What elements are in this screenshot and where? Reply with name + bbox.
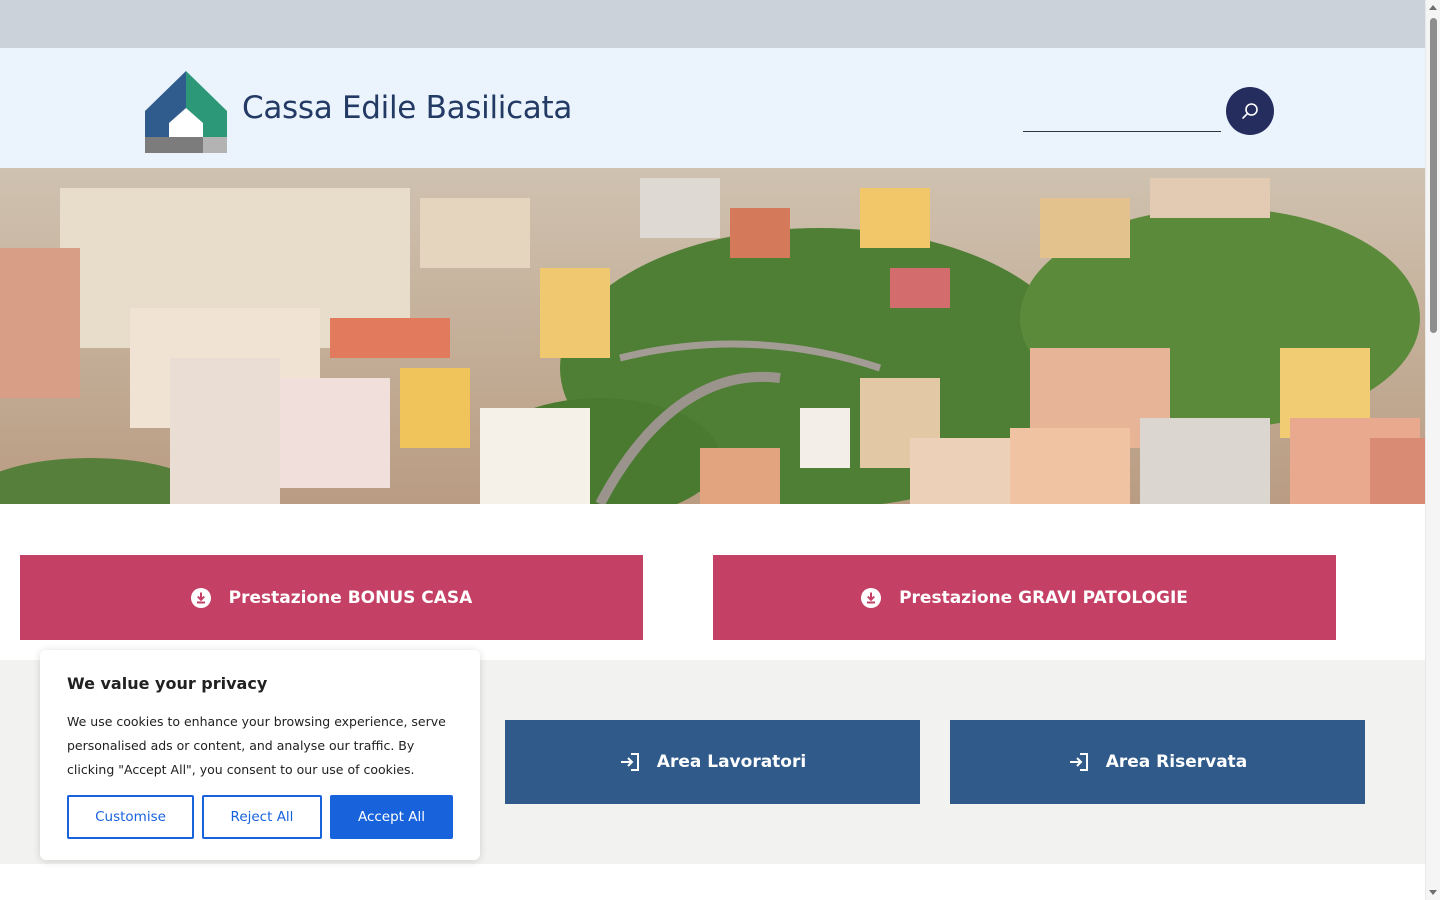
hero-city-image — [0, 168, 1425, 504]
area-lavoratori-button[interactable]: Area Lavoratori — [505, 720, 920, 804]
download-circle-icon — [190, 587, 211, 608]
cookie-text: We use cookies to enhance your browsing … — [67, 714, 446, 777]
area-riservata-label: Area Riservata — [1105, 752, 1248, 772]
scroll-down-icon[interactable] — [1429, 890, 1437, 895]
area-riservata-button[interactable]: Area Riservata — [950, 720, 1365, 804]
download-circle-icon — [861, 587, 882, 608]
area-lavoratori-label: Area Lavoratori — [656, 752, 807, 772]
cookie-actions: Customise Reject All Accept All — [67, 795, 453, 839]
reject-all-button[interactable]: Reject All — [202, 795, 322, 839]
cookie-title: We value your privacy — [67, 674, 268, 693]
page-scrollbar[interactable] — [1425, 0, 1440, 900]
search-button[interactable] — [1226, 87, 1274, 135]
top-bar — [0, 0, 1425, 48]
gravi-patologie-label: Prestazione GRAVI PATOLOGIE — [899, 587, 1188, 608]
bonus-casa-button[interactable]: Prestazione BONUS CASA — [20, 555, 643, 640]
cookie-consent-banner: We value your privacy We use cookies to … — [40, 650, 480, 860]
accept-all-button[interactable]: Accept All — [330, 795, 453, 839]
customise-button[interactable]: Customise — [67, 795, 194, 839]
search-icon — [1242, 103, 1258, 119]
sign-in-icon — [620, 753, 639, 771]
gravi-patologie-button[interactable]: Prestazione GRAVI PATOLOGIE — [713, 555, 1336, 640]
site-header: Cassa Edile Basilicata — [0, 48, 1425, 168]
search-input[interactable] — [1023, 106, 1221, 132]
sign-in-icon — [1069, 753, 1088, 771]
site-title[interactable]: Cassa Edile Basilicata — [242, 90, 572, 126]
house-logo-icon[interactable] — [145, 71, 227, 153]
scroll-up-icon[interactable] — [1429, 5, 1437, 10]
bonus-casa-label: Prestazione BONUS CASA — [228, 587, 473, 608]
scroll-thumb[interactable] — [1430, 18, 1437, 333]
